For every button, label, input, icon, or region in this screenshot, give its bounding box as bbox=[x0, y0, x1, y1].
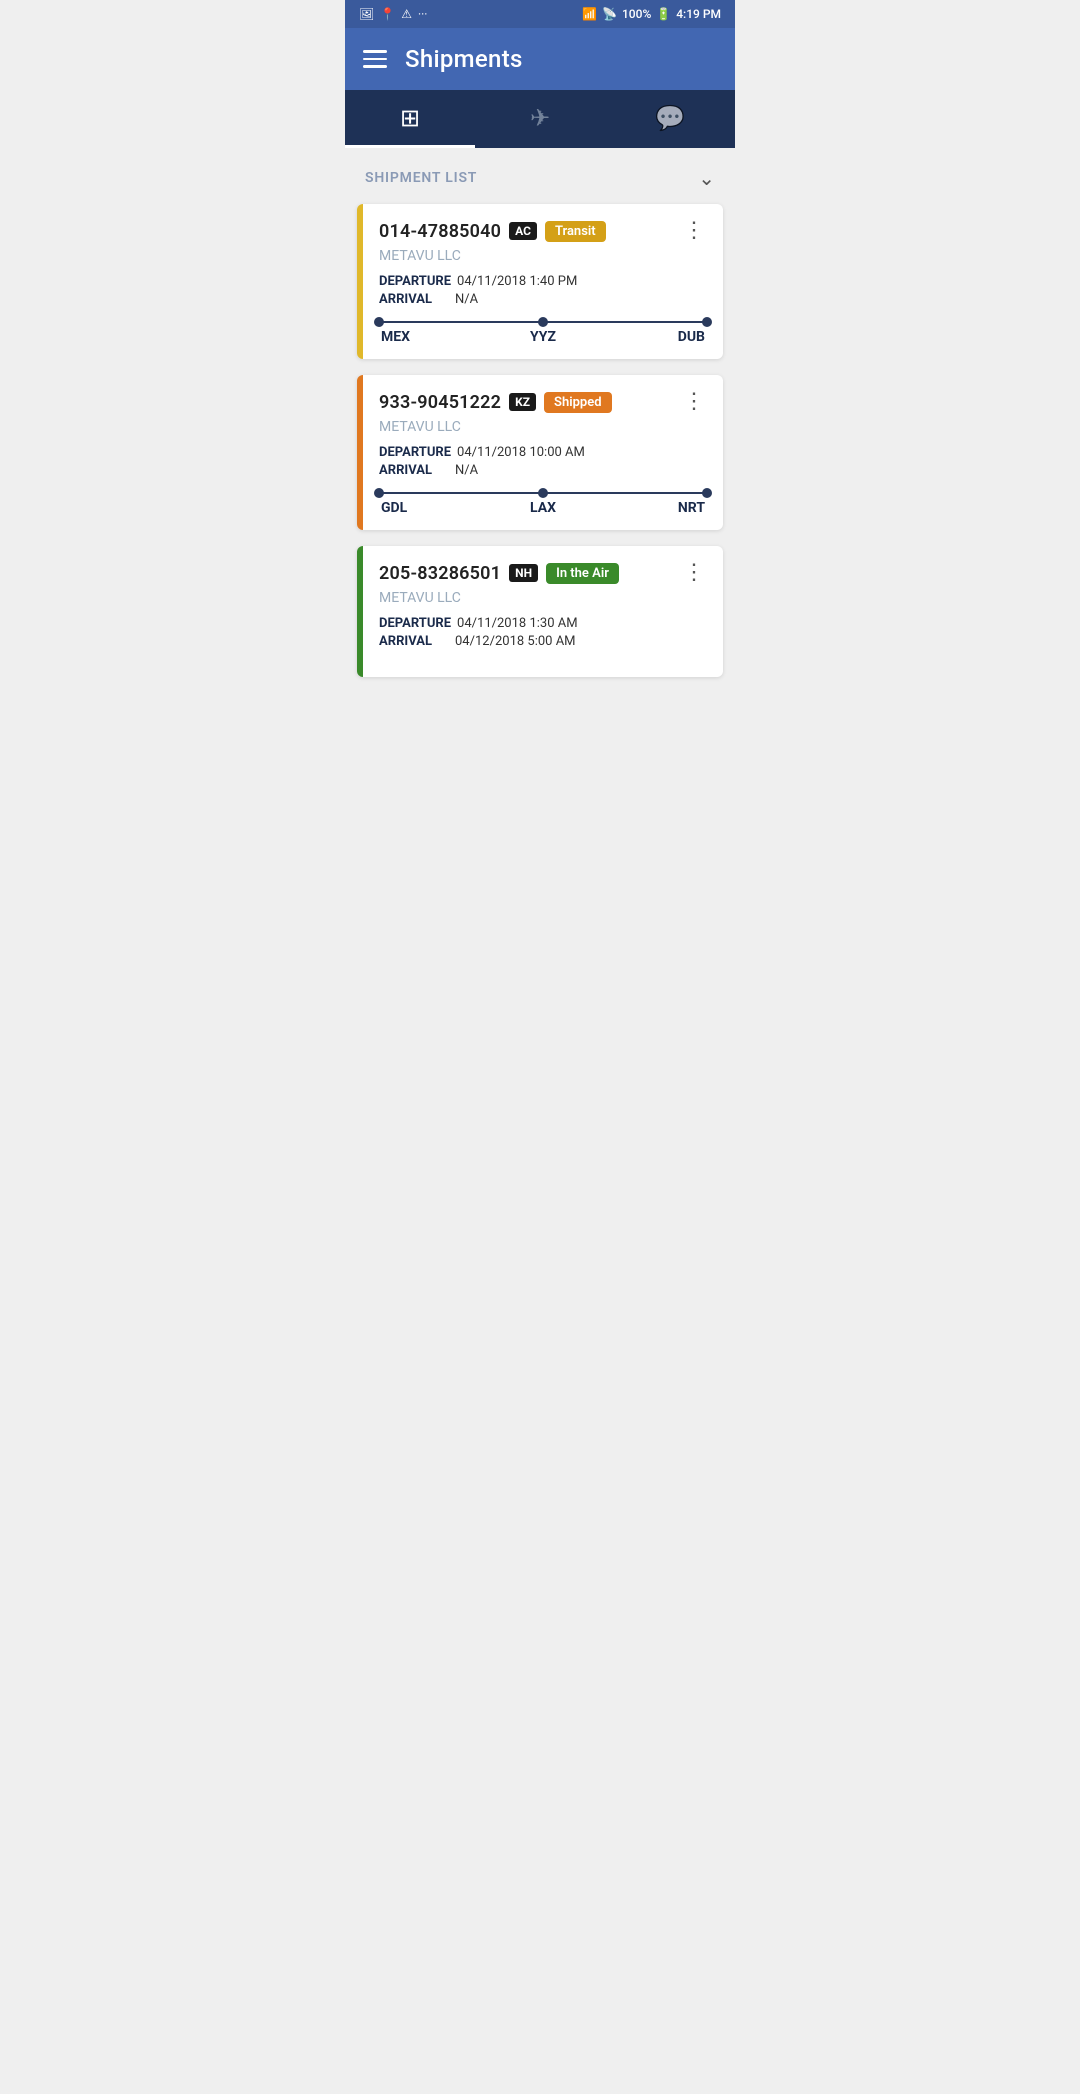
route-track bbox=[379, 492, 707, 494]
tab-flights[interactable]: ✈ bbox=[475, 90, 605, 145]
signal-icon: 📡 bbox=[602, 7, 617, 21]
warning-icon: ⚠ bbox=[401, 7, 412, 21]
clock: 4:19 PM bbox=[676, 7, 721, 21]
section-header: SHIPMENT LIST ⌄ bbox=[345, 148, 735, 204]
tab-bar: ⊞ ✈ 💬 bbox=[345, 90, 735, 148]
tracking-number: 014-47885040 bbox=[379, 221, 501, 242]
route-track bbox=[379, 321, 707, 323]
tracking-number: 205-83286501 bbox=[379, 563, 501, 584]
shipment-card: 014-47885040 AC Transit ⋮ METAVU LLC DEP… bbox=[357, 204, 723, 359]
status-bar-left: 🖼 📍 ⚠ ··· bbox=[359, 7, 427, 21]
status-badge: Transit bbox=[545, 221, 606, 242]
route-end-label: NRT bbox=[669, 500, 705, 516]
route-container: MEX YYZ DUB bbox=[379, 321, 707, 345]
arrival-label: ARRIVAL bbox=[379, 634, 449, 649]
arrival-value: N/A bbox=[455, 463, 478, 478]
tab-dashboard[interactable]: ⊞ bbox=[345, 90, 475, 148]
company-name: METAVU LLC bbox=[379, 248, 707, 264]
arrival-label: ARRIVAL bbox=[379, 463, 449, 478]
route-mid-label: LAX bbox=[417, 500, 669, 516]
route-container: GDL LAX NRT bbox=[379, 492, 707, 516]
location-icon: 📍 bbox=[380, 7, 395, 21]
departure-label: DEPARTURE bbox=[379, 445, 451, 460]
route-dot-mid bbox=[538, 488, 548, 498]
flight-info: DEPARTURE 04/11/2018 10:00 AM ARRIVAL N/… bbox=[379, 445, 707, 478]
airline-badge: NH bbox=[509, 564, 538, 582]
status-badge: In the Air bbox=[546, 563, 619, 584]
status-bar: 🖼 📍 ⚠ ··· 📶 📡 100% 🔋 4:19 PM bbox=[345, 0, 735, 28]
section-title: SHIPMENT LIST bbox=[365, 170, 477, 186]
card-header: 933-90451222 KZ Shipped ⋮ bbox=[379, 391, 707, 413]
departure-value: 04/11/2018 1:40 PM bbox=[457, 274, 577, 289]
departure-label: DEPARTURE bbox=[379, 616, 451, 631]
card-header: 014-47885040 AC Transit ⋮ bbox=[379, 220, 707, 242]
card-menu-button[interactable]: ⋮ bbox=[681, 562, 707, 584]
route-mid-label: YYZ bbox=[417, 329, 669, 345]
wifi-icon: 📶 bbox=[582, 7, 597, 21]
tracking-number: 933-90451222 bbox=[379, 392, 501, 413]
airplane-icon: ✈ bbox=[530, 104, 550, 132]
route-dot-end bbox=[702, 317, 712, 327]
image-icon: 🖼 bbox=[359, 7, 374, 21]
card-header: 205-83286501 NH In the Air ⋮ bbox=[379, 562, 707, 584]
arrival-label: ARRIVAL bbox=[379, 292, 449, 307]
app-header: Shipments bbox=[345, 28, 735, 90]
status-bar-right: 📶 📡 100% 🔋 4:19 PM bbox=[582, 7, 721, 21]
company-name: METAVU LLC bbox=[379, 590, 707, 606]
battery-icon: 🔋 bbox=[656, 7, 671, 21]
battery-text: 100% bbox=[622, 7, 651, 21]
route-start-label: GDL bbox=[381, 500, 417, 516]
departure-value: 04/11/2018 1:30 AM bbox=[457, 616, 578, 631]
shipment-card: 205-83286501 NH In the Air ⋮ METAVU LLC … bbox=[357, 546, 723, 677]
status-badge: Shipped bbox=[544, 392, 612, 413]
departure-label: DEPARTURE bbox=[379, 274, 451, 289]
route-dot-end bbox=[702, 488, 712, 498]
flight-info: DEPARTURE 04/11/2018 1:40 PM ARRIVAL N/A bbox=[379, 274, 707, 307]
grid-icon: ⊞ bbox=[400, 104, 420, 132]
route-dot-start bbox=[374, 488, 384, 498]
arrival-value: 04/12/2018 5:00 AM bbox=[455, 634, 576, 649]
company-name: METAVU LLC bbox=[379, 419, 707, 435]
shipment-card: 933-90451222 KZ Shipped ⋮ METAVU LLC DEP… bbox=[357, 375, 723, 530]
more-icon: ··· bbox=[418, 7, 427, 21]
airline-badge: AC bbox=[509, 222, 537, 240]
route-dot-mid bbox=[538, 317, 548, 327]
card-menu-button[interactable]: ⋮ bbox=[681, 220, 707, 242]
app-title: Shipments bbox=[405, 45, 523, 73]
flight-info: DEPARTURE 04/11/2018 1:30 AM ARRIVAL 04/… bbox=[379, 616, 707, 649]
hamburger-menu-button[interactable] bbox=[363, 50, 387, 68]
card-menu-button[interactable]: ⋮ bbox=[681, 391, 707, 413]
arrival-value: N/A bbox=[455, 292, 478, 307]
content-area: SHIPMENT LIST ⌄ 014-47885040 AC Transit … bbox=[345, 148, 735, 677]
chat-icon: 💬 bbox=[655, 104, 685, 132]
departure-value: 04/11/2018 10:00 AM bbox=[457, 445, 585, 460]
chevron-down-icon[interactable]: ⌄ bbox=[698, 166, 715, 190]
airline-badge: KZ bbox=[509, 393, 536, 411]
route-dot-start bbox=[374, 317, 384, 327]
route-start-label: MEX bbox=[381, 329, 417, 345]
tab-messages[interactable]: 💬 bbox=[605, 90, 735, 145]
route-end-label: DUB bbox=[669, 329, 705, 345]
